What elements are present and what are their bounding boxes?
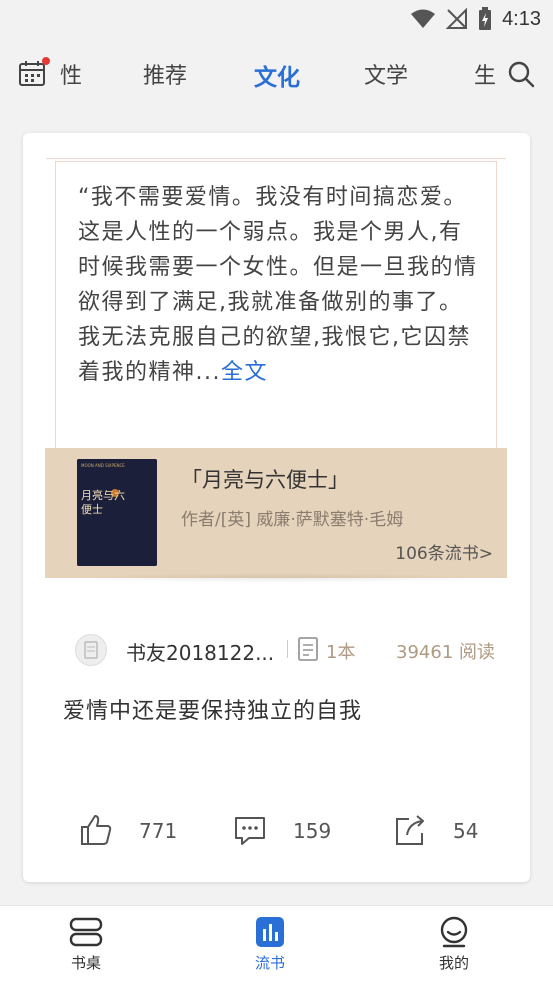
search-button[interactable] [507,60,535,88]
share-count: 54 [453,819,479,843]
share-icon[interactable] [393,813,427,847]
tab-partial-right[interactable]: 生 [474,58,496,90]
nav-mine[interactable]: 我的 [424,916,484,973]
nav-liushu-label: 流书 [254,954,285,972]
post-comment[interactable]: 爱情中还是要保持独立的自我 [63,693,362,725]
book-post-count-link[interactable]: 106条流书> [395,539,493,564]
status-bar: 4:13 [0,0,553,38]
avatar-icon [84,641,98,659]
comment-icon[interactable] [233,813,267,847]
nav-liushu[interactable]: 流书 [240,916,300,973]
like-icon[interactable] [79,813,113,847]
nav-desk[interactable]: 书桌 [56,916,116,973]
read-count: 39461 阅读 [396,642,495,663]
like-count: 771 [139,819,178,843]
comment-count: 159 [293,819,332,843]
tab-literature[interactable]: 文学 [364,58,408,90]
clock: 4:13 [502,7,541,30]
calendar-button[interactable] [18,57,50,88]
calendar-icon [19,61,45,86]
user-book-count: 1本 [326,642,356,663]
nav-desk-label: 书桌 [70,954,101,972]
strip-shadow [63,573,491,583]
username[interactable]: 书友2018122... [126,637,274,666]
book-count-icon [298,637,318,661]
profile-icon [440,916,468,948]
tab-partial-left[interactable]: 性 [60,58,82,90]
tab-recommend[interactable]: 推荐 [143,58,187,90]
category-tabs: 性 推荐 文化 文学 生 [0,38,553,110]
quote-body: “我不需要爱情。我没有时间搞恋爱。这是人性的一个弱点。我是个男人,有时候我需要一… [78,185,478,385]
avatar[interactable] [75,634,107,666]
quote-text[interactable]: “我不需要爱情。我没有时间搞恋爱。这是人性的一个弱点。我是个男人,有时候我需要一… [78,180,478,390]
wifi-icon [411,9,436,28]
bottom-nav: 书桌 流书 我的 [0,905,553,983]
book-author: 作者/[英] 威廉·萨默塞特·毛姆 [181,510,404,530]
signal-off-icon [446,8,468,29]
desk-icon [69,917,103,947]
book-cover[interactable]: MOON AND SIXPENCE 月亮与六便士 [77,459,157,566]
post-card[interactable]: “我不需要爱情。我没有时间搞恋爱。这是人性的一个弱点。我是个男人,有时候我需要一… [23,133,530,882]
battery-icon [479,7,492,30]
divider [287,640,288,658]
book-title[interactable]: 「月亮与六便士」 [181,464,349,494]
search-icon [508,61,535,88]
book-info[interactable]: MOON AND SIXPENCE 月亮与六便士 「月亮与六便士」 作者/[英]… [45,448,507,578]
user-row: 书友2018122... 1本 39461 阅读 [75,632,495,668]
read-full-link[interactable]: 全文 [221,360,268,385]
notification-dot [42,57,50,65]
action-bar: 771 159 54 [23,809,530,855]
nav-mine-label: 我的 [438,954,469,972]
stats-icon [256,917,284,947]
book-cover-subtitle: MOON AND SIXPENCE [81,463,125,468]
tab-culture[interactable]: 文化 [254,58,300,92]
book-cover-title: 月亮与六便士 [81,489,125,516]
